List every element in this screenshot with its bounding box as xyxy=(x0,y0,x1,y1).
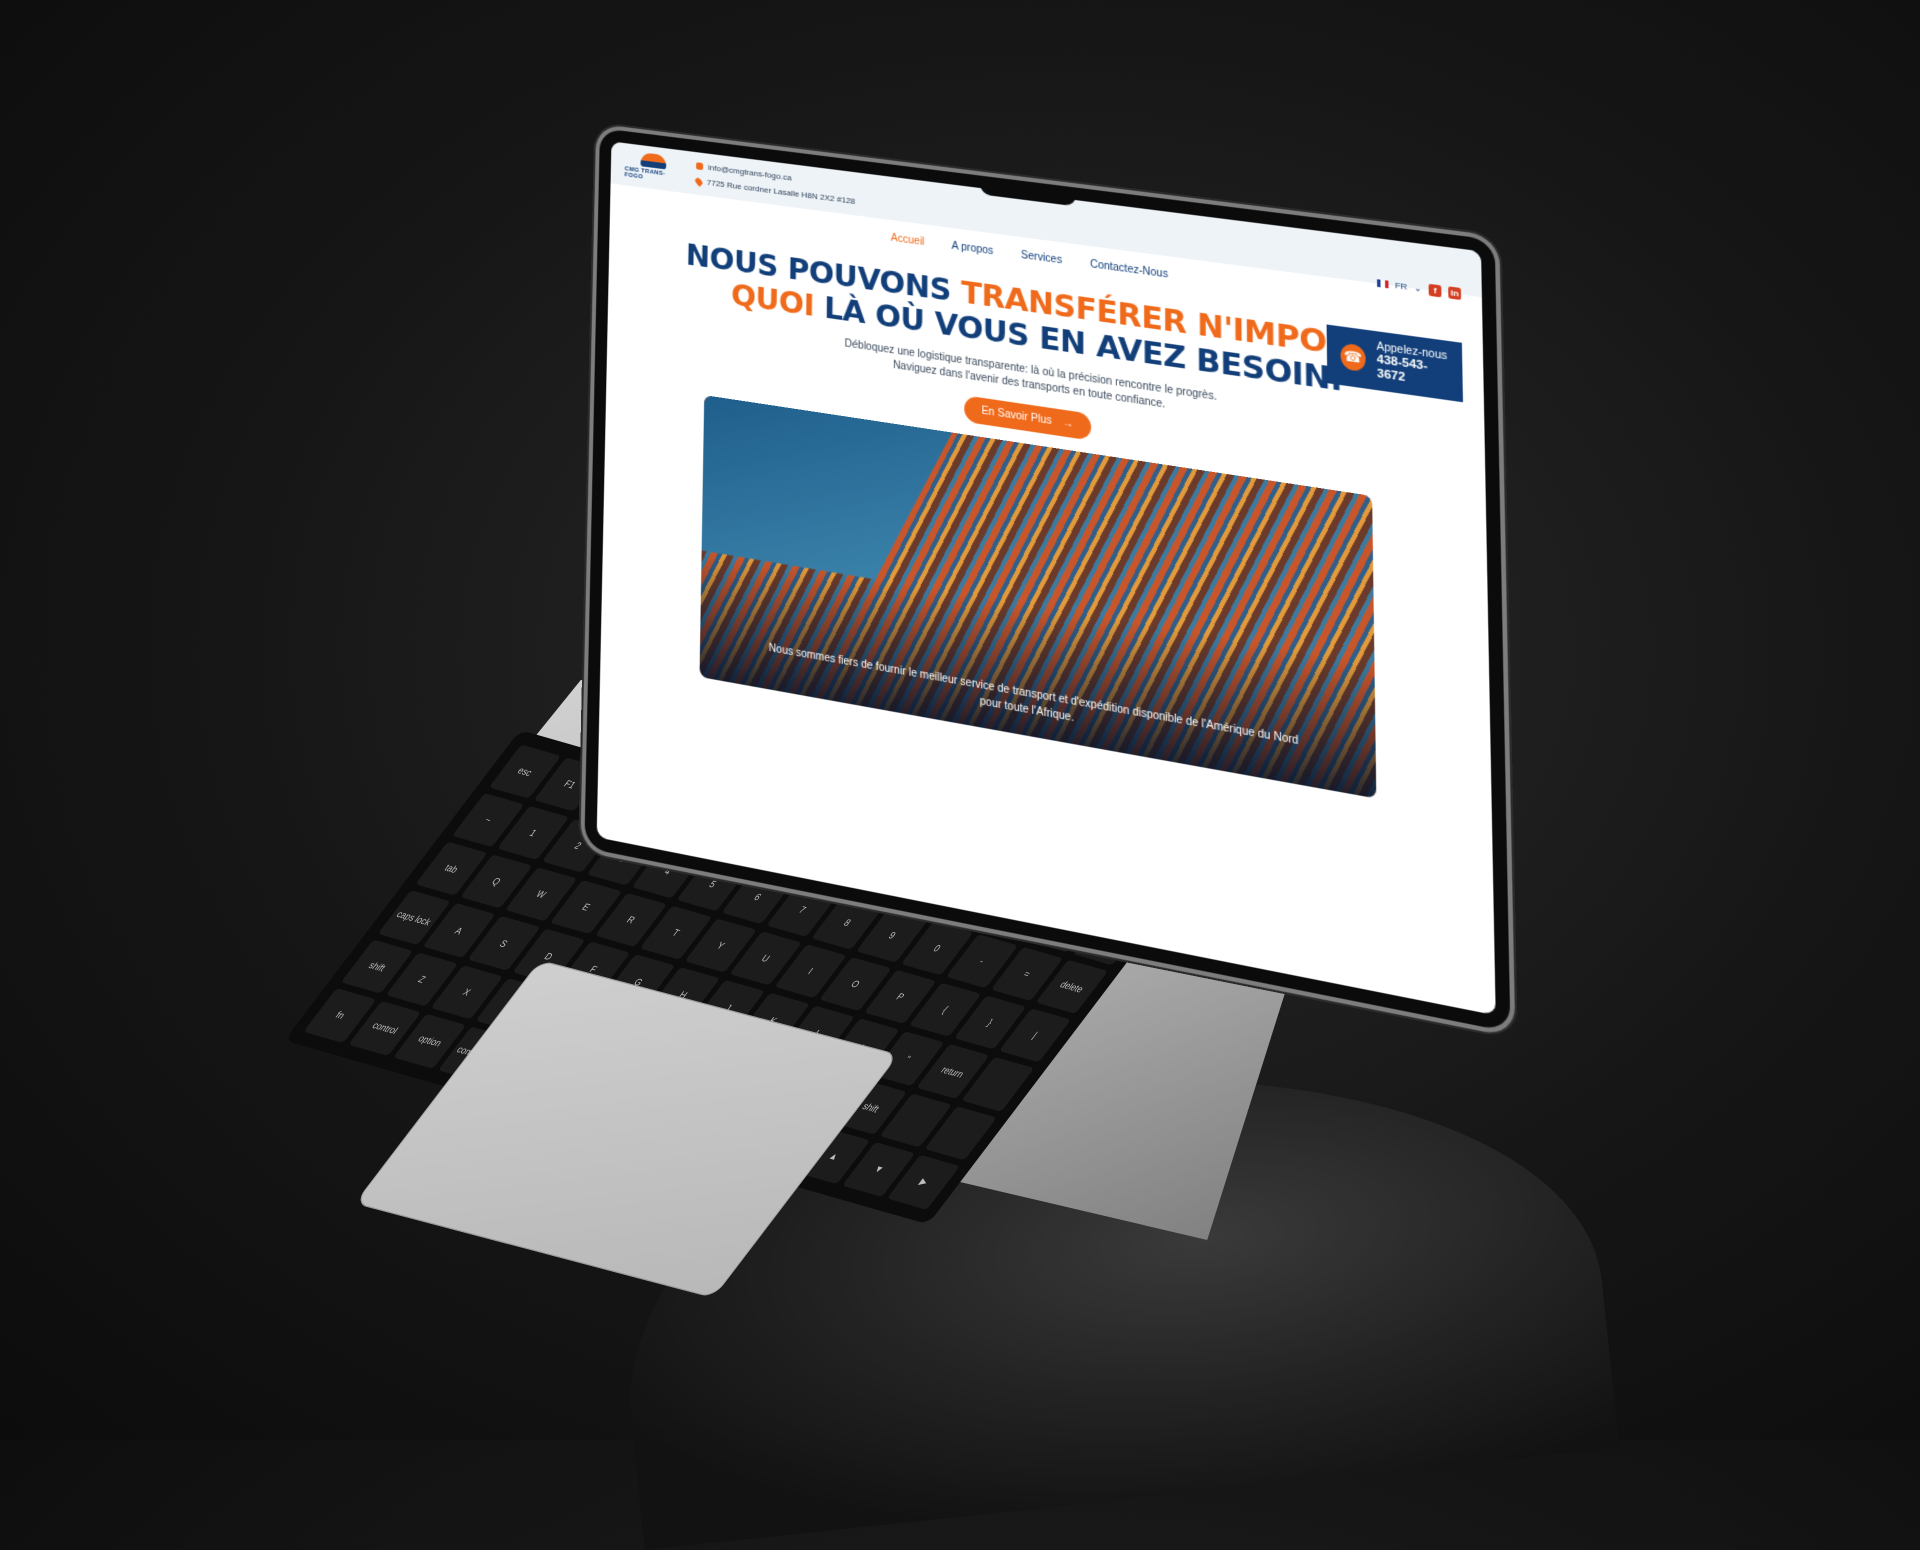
nav-contactez-nous[interactable]: Contactez-Nous xyxy=(1090,258,1168,280)
logo-mark-icon xyxy=(640,152,667,170)
chevron-down-icon[interactable]: ⌄ xyxy=(1414,283,1422,294)
hero-image-caption: Nous sommes fiers de fournir le meilleur… xyxy=(768,642,1299,748)
location-pin-icon xyxy=(693,176,704,187)
nav-services[interactable]: Services xyxy=(1021,249,1062,266)
call-text: Appelez-nous 438-543-3672 xyxy=(1377,341,1449,389)
nav-a-propos[interactable]: A propos xyxy=(952,240,994,257)
port-hero-image: Nous sommes fiers de fournir le meilleur… xyxy=(699,394,1377,799)
cta-label: En Savoir Plus xyxy=(981,404,1052,427)
language-selector[interactable]: FR xyxy=(1395,280,1407,291)
en-savoir-plus-button[interactable]: En Savoir Plus → xyxy=(964,394,1091,441)
linkedin-icon[interactable]: in xyxy=(1448,286,1462,301)
harbor-water xyxy=(702,395,953,592)
site-logo[interactable]: CMG TRANS-FOGO xyxy=(624,148,682,187)
logo-text: CMG TRANS-FOGO xyxy=(624,166,666,181)
mail-icon xyxy=(696,162,704,171)
laptop-mockup: escF1F2F3F4F5F6F7F8F9F10F11F12~123456789… xyxy=(0,0,1920,1440)
nav-accueil[interactable]: Accueil xyxy=(891,232,925,248)
france-flag-icon xyxy=(1376,279,1389,289)
phone-icon: ☎ xyxy=(1340,342,1366,373)
arrow-right-icon: → xyxy=(1062,416,1074,431)
facebook-icon[interactable]: f xyxy=(1428,283,1442,298)
